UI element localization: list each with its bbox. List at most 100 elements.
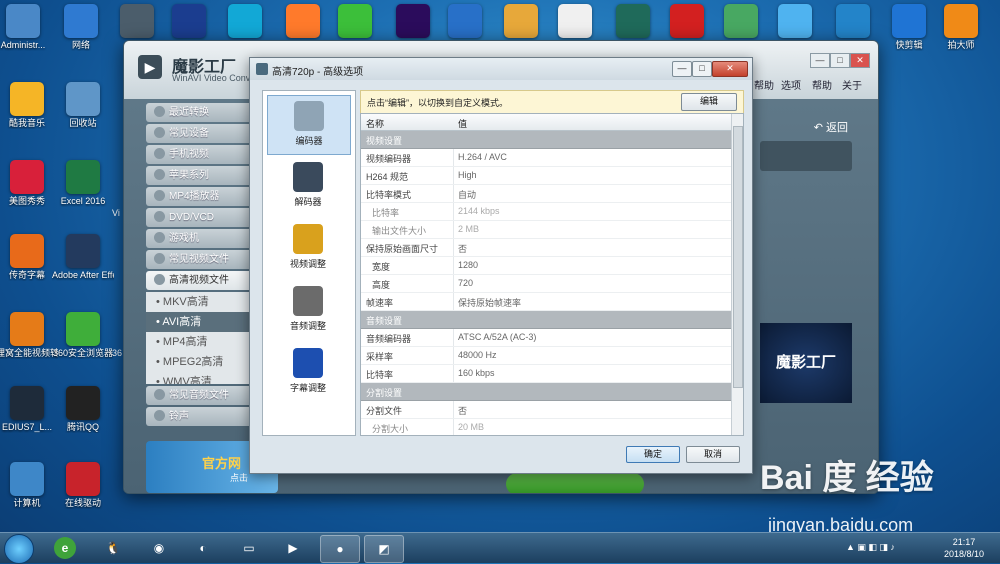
desktop-shortcut[interactable] [764, 4, 826, 40]
desktop-shortcut[interactable] [490, 4, 552, 40]
edit-button[interactable]: 编辑 [681, 93, 737, 111]
taskbar-qq-icon[interactable]: 🐧 [94, 535, 132, 561]
menu-options[interactable]: 选项 [781, 77, 801, 92]
shortcut-icon [338, 4, 372, 38]
row-name: 帧速率 [366, 298, 394, 308]
desktop-shortcut[interactable] [656, 4, 718, 40]
desktop-shortcut[interactable] [434, 4, 496, 40]
desktop-shortcut[interactable]: EDIUS7_L... [0, 386, 58, 433]
table-row[interactable]: 比特率 2144 kbps [361, 203, 731, 221]
desktop-shortcut[interactable] [214, 4, 276, 40]
dialog-title: 高清720p - 高级选项 [272, 67, 364, 78]
taskbar-360-icon[interactable]: e [54, 537, 76, 559]
dialog-minimize-button[interactable]: — [672, 61, 692, 77]
desktop-shortcut[interactable]: 回收站 [52, 82, 114, 129]
tray-icons[interactable]: ▲ ▣ ◧ ◨ ♪ [846, 542, 895, 553]
subitem-label: MPEG2高清 [162, 356, 224, 368]
row-name: 视频设置 [366, 136, 403, 146]
ok-button[interactable]: 确定 [626, 446, 680, 463]
desktop-shortcut[interactable]: 360安全浏览器 [52, 312, 114, 359]
audio-adjust-icon [293, 286, 323, 316]
table-row[interactable]: 音频编码器 ATSC A/52A (AC-3) [361, 329, 731, 347]
menu-about[interactable]: 关于 [842, 77, 862, 92]
shortcut-icon [228, 4, 262, 38]
desktop-shortcut[interactable]: 酷我音乐 [0, 82, 58, 129]
cancel-button[interactable]: 取消 [686, 446, 740, 463]
desktop-shortcut[interactable] [822, 4, 884, 40]
row-name: 视频编码器 [366, 154, 412, 164]
desktop-shortcut[interactable]: Administr... [0, 4, 54, 51]
menu-help[interactable]: 帮助 [754, 77, 774, 92]
desktop-shortcut[interactable] [324, 4, 386, 40]
start-button[interactable] [4, 534, 34, 564]
convert-button[interactable] [506, 473, 644, 493]
table-row[interactable]: 分割文件 否 [361, 401, 731, 419]
clock-date: 2018/8/10 [943, 549, 984, 559]
nav-decoder[interactable]: 解码器 [267, 157, 349, 215]
desktop-shortcut[interactable]: 计算机 [0, 462, 58, 509]
taskbar-record-icon[interactable]: ● [320, 535, 360, 563]
row-name: 采样率 [366, 352, 394, 362]
nav-subtitle-adjust[interactable]: 字幕调整 [267, 343, 349, 401]
column-value-header[interactable]: 值 [458, 117, 467, 130]
taskbar-firefox-icon[interactable]: ◐ [184, 535, 222, 561]
grid-header: 名称 值 [361, 114, 731, 131]
shortcut-label: Administr... [0, 40, 46, 50]
desktop-shortcut[interactable]: 拍大师 [930, 4, 992, 51]
taskbar-edius-icon[interactable]: ▶ [274, 535, 312, 561]
desktop-shortcut[interactable] [602, 4, 664, 40]
desktop-shortcut[interactable]: 在线驱动 [52, 462, 114, 509]
table-row[interactable]: 输出文件大小 2 MB [361, 221, 731, 239]
table-row[interactable]: 分割大小 20 MB [361, 419, 731, 435]
column-name-header[interactable]: 名称 [366, 117, 384, 130]
category-label: 手机视频 [169, 149, 209, 160]
nav-encoder[interactable]: 编码器 [267, 95, 351, 155]
desktop-shortcut[interactable] [710, 4, 772, 40]
desktop-shortcut[interactable]: 狸窝全能视频转换器 [0, 312, 58, 359]
grid-category-row[interactable]: 视频设置 [361, 131, 731, 149]
dialog-maximize-button[interactable]: □ [692, 61, 712, 77]
taskbar-video-icon[interactable]: ◉ [140, 535, 178, 561]
table-row[interactable]: 帧速率 保持原始帧速率 [361, 293, 731, 311]
scrollbar-thumb[interactable] [733, 126, 743, 388]
grid-category-row[interactable]: 分割设置 [361, 383, 731, 401]
table-row[interactable]: 采样率 48000 Hz [361, 347, 731, 365]
back-button[interactable]: ↶ 返回 [814, 119, 848, 135]
grid-category-row[interactable]: 音频设置 [361, 311, 731, 329]
table-row[interactable]: 视频编码器 H.264 / AVC [361, 149, 731, 167]
shortcut-label: Excel 2016 [60, 196, 106, 206]
desktop-shortcut[interactable]: 网络 [50, 4, 112, 51]
right-logo: 魔影工厂 [760, 323, 852, 403]
desktop-shortcut[interactable] [544, 4, 606, 40]
row-name: 比特率 [366, 370, 394, 380]
table-row[interactable]: 比特率模式 自动 [361, 185, 731, 203]
desktop-shortcut[interactable]: 传奇字幕 [0, 234, 58, 281]
nav-video-adjust[interactable]: 视频调整 [267, 219, 349, 277]
nav-audio-adjust[interactable]: 音频调整 [267, 281, 349, 339]
menu-help2[interactable]: 帮助 [812, 77, 832, 92]
taskbar-wmovie-icon[interactable]: ◩ [364, 535, 404, 563]
app-close-button[interactable]: ✕ [850, 53, 870, 68]
desktop-shortcut[interactable]: 腾讯QQ [52, 386, 114, 433]
grid-scrollbar[interactable] [731, 114, 743, 435]
right-panel: ↶ 返回 魔影工厂 [756, 119, 856, 479]
desktop-shortcut[interactable]: Adobe After Effects CS5 [52, 234, 114, 281]
table-row[interactable]: 比特率 160 kbps [361, 365, 731, 383]
dialog-titlebar[interactable]: 高清720p - 高级选项 — □ ✕ [250, 58, 752, 80]
app-minimize-button[interactable]: — [810, 53, 830, 68]
nav-label: 编码器 [295, 136, 323, 146]
app-maximize-button[interactable]: □ [830, 53, 850, 68]
desktop-shortcut[interactable]: 美图秀秀 [0, 160, 58, 207]
desktop-shortcut[interactable]: Excel 2016 [52, 160, 114, 207]
shortcut-label: 360安全浏览器 [52, 348, 114, 358]
dialog-close-button[interactable]: ✕ [712, 61, 748, 77]
table-row[interactable]: 宽度 1280 [361, 257, 731, 275]
clock[interactable]: 21:17 2018/8/10 [944, 536, 984, 560]
shortcut-label: EDIUS7_L... [1, 422, 53, 432]
table-row[interactable]: 保持原始画面尺寸 否 [361, 239, 731, 257]
table-row[interactable]: 高度 720 [361, 275, 731, 293]
desktop-shortcut[interactable] [158, 4, 220, 40]
row-value: 160 kbps [458, 368, 495, 378]
taskbar-folder-icon[interactable]: ▭ [230, 535, 268, 561]
table-row[interactable]: H264 规范 High [361, 167, 731, 185]
